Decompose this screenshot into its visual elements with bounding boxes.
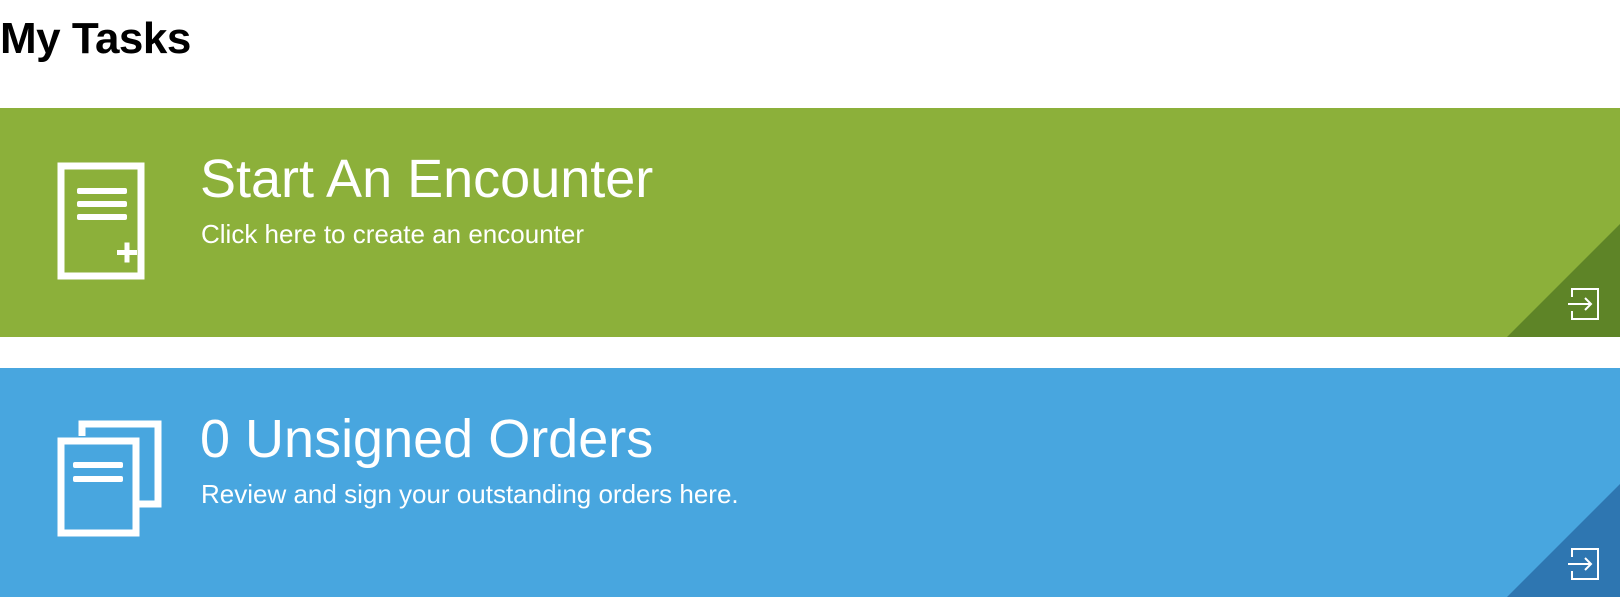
card-corner-accent — [1507, 224, 1620, 337]
new-document-icon — [56, 160, 176, 280]
start-encounter-card[interactable]: Start An Encounter Click here to create … — [0, 108, 1620, 337]
card-corner-accent — [1507, 484, 1620, 597]
card-subtitle: Review and sign your outstanding orders … — [201, 479, 739, 509]
open-arrow-icon[interactable] — [1566, 287, 1600, 321]
card-subtitle: Click here to create an encounter — [201, 219, 584, 249]
unsigned-orders-card[interactable]: 0 Unsigned Orders Review and sign your o… — [0, 368, 1620, 597]
page-title: My Tasks — [0, 14, 191, 63]
card-title: 0 Unsigned Orders — [200, 409, 654, 469]
card-title: Start An Encounter — [200, 149, 654, 209]
open-arrow-icon[interactable] — [1566, 547, 1600, 581]
documents-stack-icon — [56, 420, 176, 540]
